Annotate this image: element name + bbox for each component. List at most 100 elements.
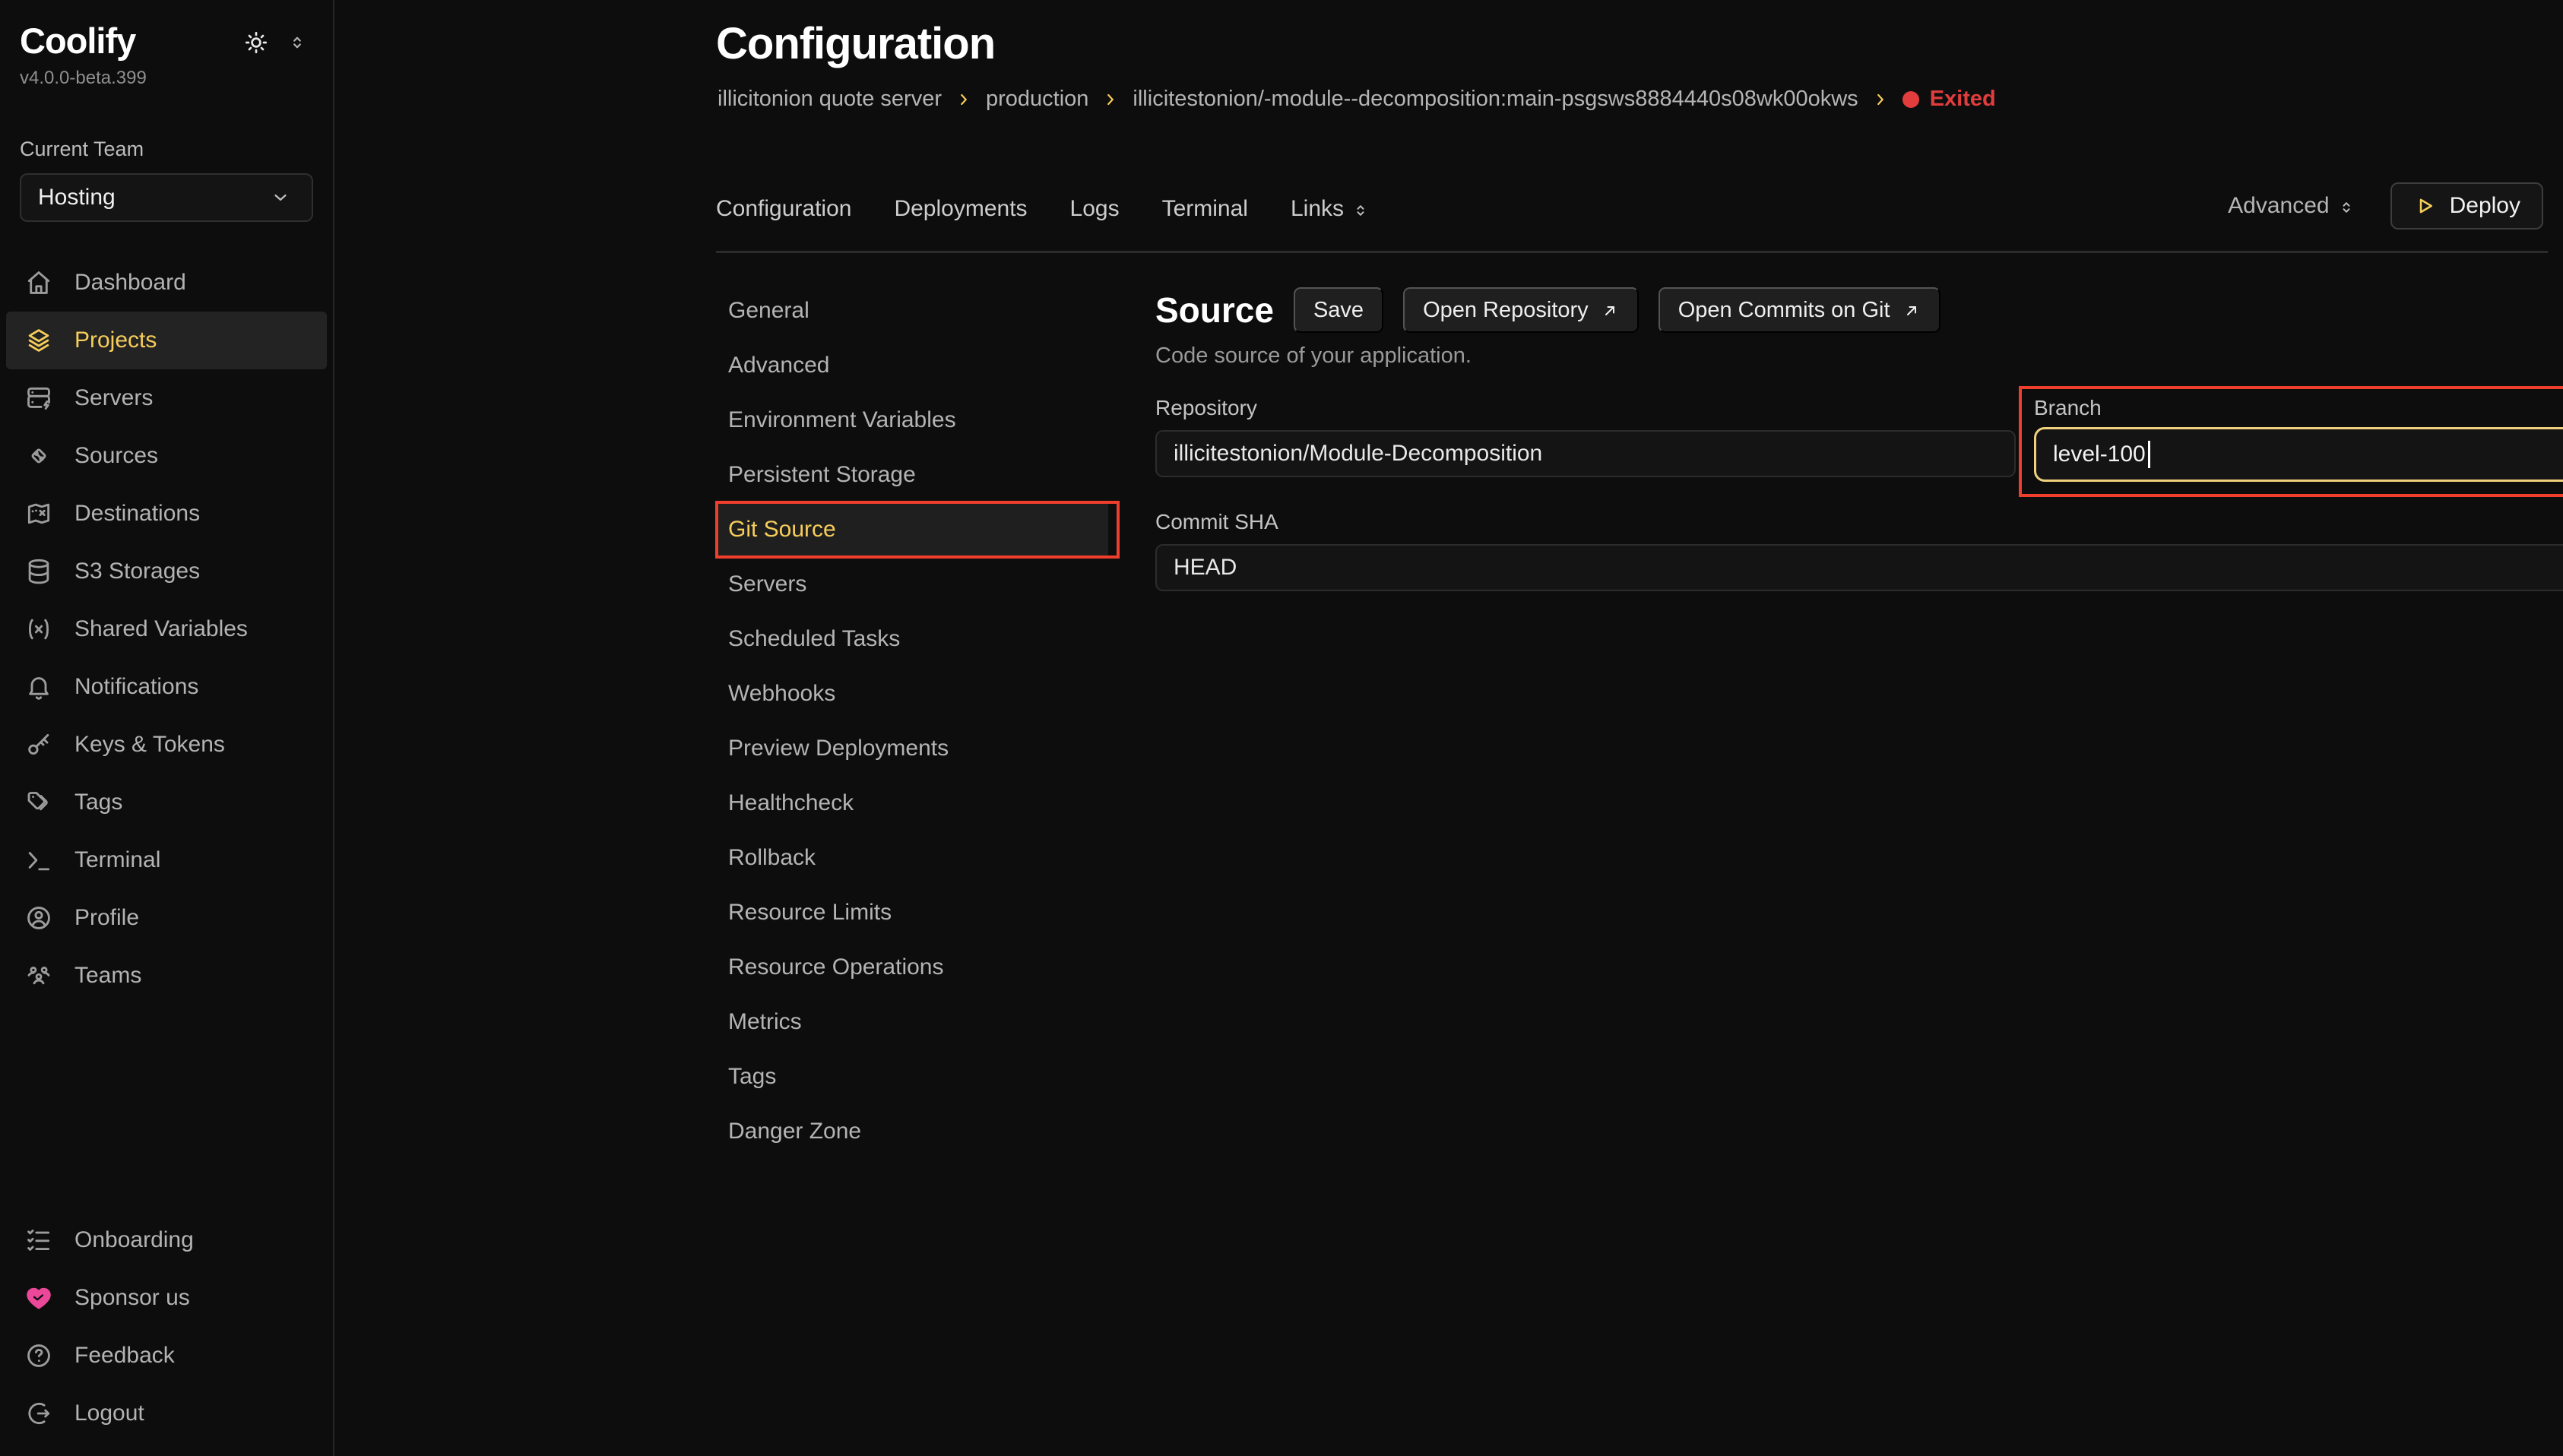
sidebar-item-terminal[interactable]: Terminal — [6, 831, 327, 889]
help-icon — [24, 1341, 53, 1370]
play-icon — [2413, 195, 2436, 217]
tags-icon — [24, 788, 53, 817]
tab-terminal[interactable]: Terminal — [1162, 196, 1248, 222]
app-logo: Coolify — [20, 20, 135, 62]
sidebar-header: Coolify — [0, 20, 333, 62]
subnav-item-danger-zone[interactable]: Danger Zone — [716, 1104, 1119, 1159]
sidebar-item-s3-storages[interactable]: S3 Storages — [6, 543, 327, 600]
sidebar-item-keys-tokens[interactable]: Keys & Tokens — [6, 716, 327, 774]
sidebar-item-destinations[interactable]: Destinations — [6, 485, 327, 543]
commit-sha-input[interactable]: HEAD — [1155, 544, 2563, 591]
branch-input[interactable]: level-100 — [2034, 427, 2563, 482]
subnav-item-webhooks[interactable]: Webhooks — [716, 666, 1119, 721]
sidebar-item-profile[interactable]: Profile — [6, 889, 327, 947]
open-commits-button[interactable]: Open Commits on Git — [1659, 287, 1940, 333]
status-dot-icon — [1902, 91, 1919, 108]
coolify-app: Coolify v4.0.0-beta.399 Current Team Hos… — [0, 0, 2563, 1456]
subnav-item-environment-variables[interactable]: Environment Variables — [716, 393, 1119, 448]
sidebar-item-notifications[interactable]: Notifications — [6, 658, 327, 716]
branch-input-value: level-100 — [2053, 442, 2146, 467]
sidebar-footer-nav: Onboarding Sponsor us Feedback Logout — [0, 1211, 333, 1442]
breadcrumb-environment[interactable]: production — [986, 87, 1088, 112]
branch-highlight-annotation: Branch level-100 — [2019, 386, 2563, 497]
tab-divider — [716, 251, 2548, 253]
sidebar-item-sources[interactable]: Sources — [6, 427, 327, 485]
sidebar-item-label: Teams — [74, 963, 141, 989]
breadcrumb: illicitonion quote server production ill… — [718, 87, 1996, 112]
sidebar-item-servers[interactable]: Servers — [6, 369, 327, 427]
updown-chevron-icon — [2337, 197, 2355, 215]
sidebar-nav: Dashboard Projects Servers Sources Desti… — [0, 254, 333, 1005]
theme-selector-icon[interactable] — [283, 33, 312, 52]
subnav-item-resource-limits[interactable]: Resource Limits — [716, 885, 1119, 940]
tab-logs[interactable]: Logs — [1070, 196, 1120, 222]
source-heading: Source — [1155, 290, 1274, 331]
team-select[interactable]: Hosting — [20, 173, 313, 222]
save-button[interactable]: Save — [1294, 287, 1383, 333]
subnav-item-rollback[interactable]: Rollback — [716, 831, 1119, 885]
sidebar: Coolify v4.0.0-beta.399 Current Team Hos… — [0, 0, 334, 1456]
subnav-item-resource-operations[interactable]: Resource Operations — [716, 940, 1119, 995]
sidebar-item-label: Dashboard — [74, 270, 186, 296]
terminal-icon — [24, 846, 53, 875]
subnav-item-metrics[interactable]: Metrics — [716, 995, 1119, 1049]
sidebar-item-onboarding[interactable]: Onboarding — [6, 1211, 327, 1269]
commit-sha-field-group: Commit SHA HEAD — [1155, 509, 2563, 591]
sidebar-item-label: Projects — [74, 328, 157, 353]
map-icon — [24, 499, 53, 528]
sidebar-item-sponsor-us[interactable]: Sponsor us — [6, 1269, 327, 1327]
text-cursor — [2148, 441, 2150, 468]
home-icon — [24, 268, 53, 297]
chevron-right-icon — [955, 91, 972, 108]
teams-icon — [24, 961, 53, 990]
sidebar-item-projects[interactable]: Projects — [6, 312, 327, 369]
topbar-actions: Advanced Deploy — [2228, 182, 2543, 229]
deploy-button[interactable]: Deploy — [2390, 182, 2543, 229]
subnav-item-git-source[interactable]: Git Source — [716, 502, 1108, 557]
external-link-icon — [1902, 301, 1921, 319]
subnav-item-healthcheck[interactable]: Healthcheck — [716, 776, 1119, 831]
bell-icon — [24, 673, 53, 701]
sidebar-item-label: Sources — [74, 443, 158, 469]
sidebar-item-logout[interactable]: Logout — [6, 1385, 327, 1442]
sidebar-item-tags[interactable]: Tags — [6, 774, 327, 831]
checklist-icon — [24, 1226, 53, 1255]
updown-chevron-icon — [1351, 200, 1370, 218]
breadcrumb-project[interactable]: illicitonion quote server — [718, 87, 942, 112]
layers-icon — [24, 326, 53, 355]
sidebar-item-feedback[interactable]: Feedback — [6, 1327, 327, 1385]
theme-controls — [242, 29, 312, 56]
subnav-item-servers[interactable]: Servers — [716, 557, 1119, 612]
status-badge: Exited — [1902, 87, 1996, 112]
tab-links-label: Links — [1291, 196, 1344, 222]
repository-input[interactable]: illicitestonion/Module-Decomposition — [1155, 430, 2016, 477]
profile-icon — [24, 904, 53, 932]
sidebar-item-label: Keys & Tokens — [74, 732, 225, 758]
sidebar-item-teams[interactable]: Teams — [6, 947, 327, 1005]
open-repository-label: Open Repository — [1423, 298, 1589, 323]
sidebar-item-dashboard[interactable]: Dashboard — [6, 254, 327, 312]
sidebar-item-label: Onboarding — [74, 1227, 194, 1253]
open-repository-button[interactable]: Open Repository — [1403, 287, 1639, 333]
tab-links[interactable]: Links — [1291, 196, 1370, 222]
open-commits-label: Open Commits on Git — [1678, 298, 1890, 323]
tab-configuration[interactable]: Configuration — [716, 196, 851, 222]
sidebar-item-label: Destinations — [74, 501, 200, 527]
chevron-down-icon — [266, 187, 295, 208]
sidebar-item-label: Sponsor us — [74, 1285, 190, 1311]
subnav-item-preview-deployments[interactable]: Preview Deployments — [716, 721, 1119, 776]
sidebar-item-shared-variables[interactable]: Shared Variables — [6, 600, 327, 658]
subnav-item-tags[interactable]: Tags — [716, 1049, 1119, 1104]
advanced-dropdown[interactable]: Advanced — [2228, 193, 2355, 219]
sun-icon[interactable] — [242, 29, 271, 56]
config-subnav: General Advanced Environment Variables P… — [716, 283, 1119, 1159]
source-description: Code source of your application. — [1155, 343, 1472, 369]
breadcrumb-application[interactable]: illicitestonion/-module--decomposition:m… — [1133, 87, 1858, 112]
subnav-item-scheduled-tasks[interactable]: Scheduled Tasks — [716, 612, 1119, 666]
tab-deployments[interactable]: Deployments — [894, 196, 1027, 222]
status-label: Exited — [1930, 87, 1996, 112]
subnav-item-general[interactable]: General — [716, 283, 1119, 338]
subnav-item-persistent-storage[interactable]: Persistent Storage — [716, 448, 1119, 502]
sidebar-item-label: Tags — [74, 790, 122, 815]
subnav-item-advanced[interactable]: Advanced — [716, 338, 1119, 393]
